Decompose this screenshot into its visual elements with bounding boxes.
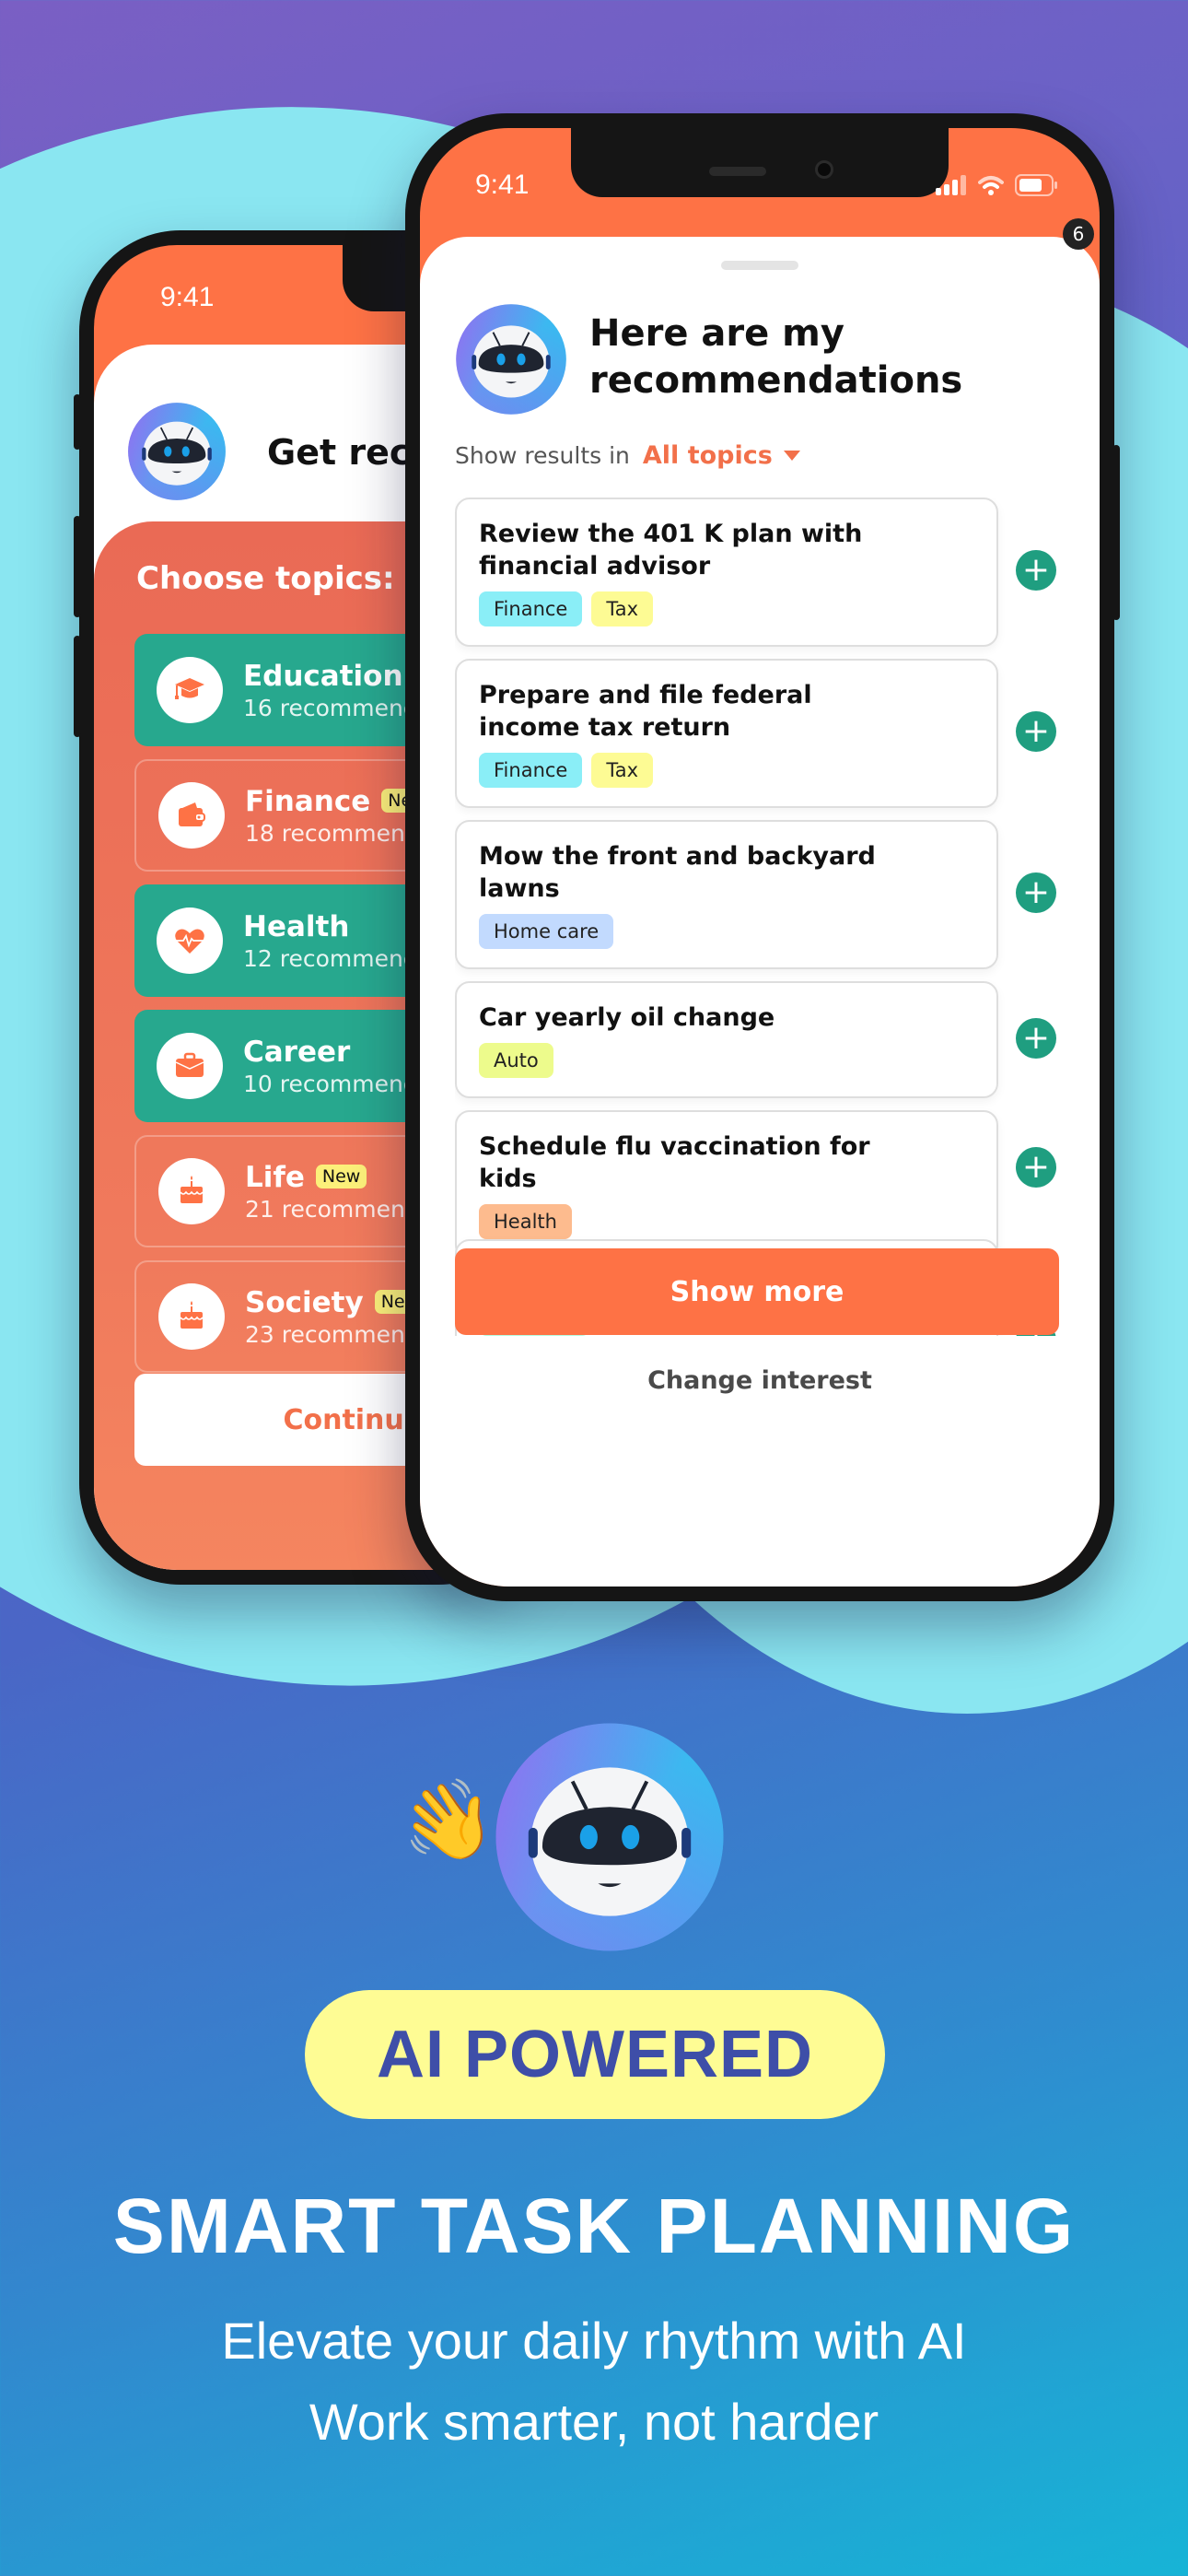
robot-avatar-icon [456, 304, 566, 415]
task-card[interactable]: Mow the front and backyard lawns Home car… [455, 820, 998, 969]
tag-list: Finance Tax [479, 753, 974, 788]
plus-icon: + [1021, 551, 1051, 589]
task-title: Car yearly oil change [479, 1003, 775, 1032]
topic-name: Health [243, 909, 350, 943]
mute-switch [74, 394, 81, 450]
recommendations-sheet: Here are my recommendations Show results… [420, 237, 1100, 1587]
task-list: Review the 401 K plan with financial adv… [455, 498, 1063, 1336]
plus-icon: + [1021, 712, 1051, 750]
task-card[interactable]: Car yearly oil change Auto [455, 981, 998, 1098]
task-card[interactable]: Prepare and file federal income tax retu… [455, 659, 998, 808]
robot-mascot-icon [495, 1723, 724, 1951]
tag-list: Finance Tax [479, 591, 974, 626]
topic-filter-dropdown[interactable]: All topics [643, 441, 773, 470]
cake-icon [180, 1301, 204, 1329]
change-interest-link[interactable]: Change interest [420, 1366, 1100, 1395]
tag-list: Home care [479, 914, 974, 949]
topic-icon-wrap [158, 1283, 225, 1350]
front-camera [815, 160, 833, 179]
tag-tax: Tax [591, 753, 653, 788]
notification-badge: 6 [1063, 218, 1094, 250]
topic-icon-wrap [158, 1158, 225, 1224]
choose-topics-label: Choose topics: [136, 560, 395, 597]
waving-hand-icon: 👋 [392, 1768, 504, 1875]
new-badge: New [315, 1164, 367, 1188]
volume-down-button [74, 636, 81, 737]
topic-icon-wrap [157, 1033, 223, 1099]
tag-home-care: Home care [479, 914, 614, 949]
add-task-button[interactable]: + [1016, 550, 1056, 591]
subline-2: Work smarter, not harder [309, 2393, 879, 2451]
graduation-cap-icon [175, 678, 204, 699]
status-time: 9:41 [160, 282, 215, 312]
notch [571, 128, 949, 197]
robot-avatar-icon [128, 403, 226, 500]
tag-finance: Finance [479, 753, 583, 788]
task-title: Review the 401 K plan with financial adv… [479, 520, 863, 580]
battery-icon [1015, 174, 1057, 196]
caret-down-icon[interactable] [783, 451, 800, 461]
tag-list: Health [479, 1204, 974, 1239]
tag-list: Auto [479, 1043, 974, 1078]
heart-pulse-icon [175, 929, 204, 954]
add-task-button[interactable]: + [1016, 711, 1056, 752]
filter-row: Show results in All topics [455, 441, 800, 470]
add-task-button[interactable]: + [1016, 872, 1056, 913]
filter-label: Show results in [455, 442, 630, 469]
task-card[interactable]: Review the 401 K plan with financial adv… [455, 498, 998, 647]
wallet-icon [179, 802, 205, 826]
tag-tax: Tax [591, 591, 653, 626]
topic-name: Education [243, 659, 403, 693]
front-phone: 9:41 6 Here are my recommendations Show … [405, 113, 1120, 1601]
topic-name: Life [245, 1160, 305, 1194]
task-card[interactable]: Schedule flu vaccination for kids Health [455, 1110, 998, 1259]
status-icons [936, 174, 1059, 196]
front-phone-screen: 9:41 6 Here are my recommendations Show … [420, 128, 1100, 1587]
topic-icon-wrap [157, 907, 223, 974]
plus-icon: + [1021, 873, 1051, 911]
task-title: Mow the front and backyard lawns [479, 842, 876, 903]
topic-icon-wrap [157, 657, 223, 723]
sheet-grabber[interactable] [721, 261, 798, 270]
cake-icon [180, 1176, 204, 1203]
speaker [709, 167, 766, 176]
tag-finance: Finance [479, 591, 583, 626]
signal-icon [936, 175, 966, 195]
wifi-icon [978, 176, 1004, 195]
task-title: Schedule flu vaccination for kids [479, 1132, 870, 1193]
add-task-button[interactable]: + [1016, 1018, 1056, 1059]
power-button [1112, 445, 1120, 620]
subline-1: Elevate your daily rhythm with AI [221, 2312, 967, 2370]
status-time: 9:41 [475, 170, 530, 200]
ai-powered-pill: AI POWERED [305, 1990, 885, 2119]
sheet-title: Here are my recommendations [589, 312, 963, 402]
tag-auto: Auto [479, 1043, 553, 1078]
headline: SMART TASK PLANNING [112, 2183, 1076, 2269]
volume-up-button [74, 516, 81, 617]
topic-name: Society [245, 1285, 364, 1319]
topic-name: Career [243, 1035, 351, 1069]
show-more-button[interactable]: Show more [455, 1248, 1059, 1335]
task-title: Prepare and file federal income tax retu… [479, 681, 812, 742]
add-task-button[interactable]: + [1016, 1147, 1056, 1188]
topic-icon-wrap [158, 782, 225, 849]
topic-name: Finance [245, 784, 371, 818]
plus-icon: + [1021, 1019, 1051, 1057]
plus-icon: + [1021, 1148, 1051, 1186]
briefcase-icon [175, 1052, 204, 1077]
tag-health: Health [479, 1204, 572, 1239]
